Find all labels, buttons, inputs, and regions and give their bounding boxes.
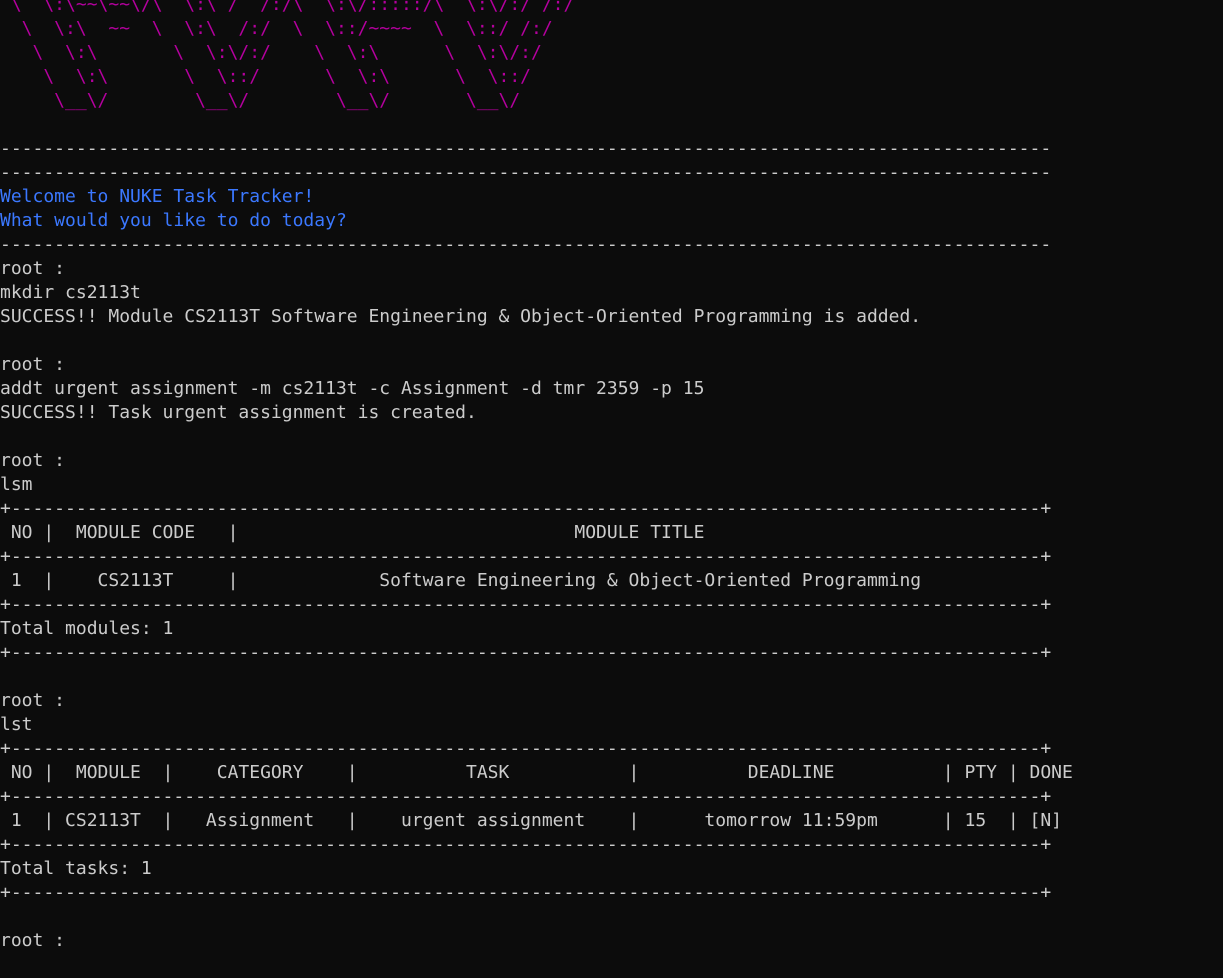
ascii-banner-line: \ \:\ ~~ \ \:\ /:/ \ \::/~~~~ \ \::/ /:/	[0, 18, 553, 39]
terminal-line: lst	[0, 714, 33, 735]
terminal-line: +---------------------------------------…	[0, 738, 1052, 759]
terminal-line: +---------------------------------------…	[0, 786, 1052, 807]
terminal-line: +---------------------------------------…	[0, 642, 1052, 663]
terminal-line: +---------------------------------------…	[0, 546, 1052, 567]
shell-prompt: root :	[0, 258, 66, 279]
terminal-line: 1 | CS2113T | Software Engineering & Obj…	[0, 570, 922, 591]
terminal-line: NO | MODULE CODE | MODULE TITLE	[0, 522, 705, 543]
ascii-banner-line: \ \:\ \ \:\/:/ \ \:\ \ \:\/:/	[0, 42, 542, 63]
ascii-banner-line: \ \:\~~\~~\/\ \:\ / /:/\ \:\/:::::/\ \:\…	[0, 0, 575, 15]
terminal-line: ----------------------------------------…	[0, 234, 1052, 255]
terminal-output: \ \:\~~\~~\/\ \:\ / /:/\ \:\/:::::/\ \:\…	[0, 0, 1073, 953]
ascii-banner-line: \ \:\ \ \::/ \ \:\ \ \::/	[0, 66, 532, 87]
terminal-line: +---------------------------------------…	[0, 834, 1052, 855]
terminal-line: ----------------------------------------…	[0, 138, 1052, 159]
shell-prompt[interactable]: root :	[0, 929, 1073, 953]
terminal-window[interactable]: \ \:\~~\~~\/\ \:\ / /:/\ \:\/:::::/\ \:\…	[0, 0, 1223, 978]
shell-prompt: root :	[0, 354, 66, 375]
terminal-line: Total tasks: 1	[0, 858, 152, 879]
terminal-line: Total modules: 1	[0, 618, 174, 639]
terminal-line: addt urgent assignment -m cs2113t -c Ass…	[0, 378, 705, 399]
terminal-line: ----------------------------------------…	[0, 162, 1052, 183]
terminal-line: lsm	[0, 474, 33, 495]
terminal-line: SUCCESS!! Module CS2113T Software Engine…	[0, 306, 922, 327]
terminal-line: mkdir cs2113t	[0, 282, 141, 303]
welcome-message-line: Welcome to NUKE Task Tracker!	[0, 186, 315, 207]
terminal-line: +---------------------------------------…	[0, 882, 1052, 903]
terminal-line: +---------------------------------------…	[0, 594, 1052, 615]
shell-prompt: root :	[0, 690, 66, 711]
welcome-message-line: What would you like to do today?	[0, 210, 347, 231]
shell-prompt: root :	[0, 450, 66, 471]
ascii-banner-line: \__\/ \__\/ \__\/ \__\/	[0, 90, 521, 111]
terminal-line: SUCCESS!! Task urgent assignment is crea…	[0, 402, 477, 423]
terminal-line: NO | MODULE | CATEGORY | TASK | DEADLINE…	[0, 762, 1073, 783]
terminal-line: 1 | CS2113T | Assignment | urgent assign…	[0, 810, 1063, 831]
terminal-line: +---------------------------------------…	[0, 498, 1052, 519]
